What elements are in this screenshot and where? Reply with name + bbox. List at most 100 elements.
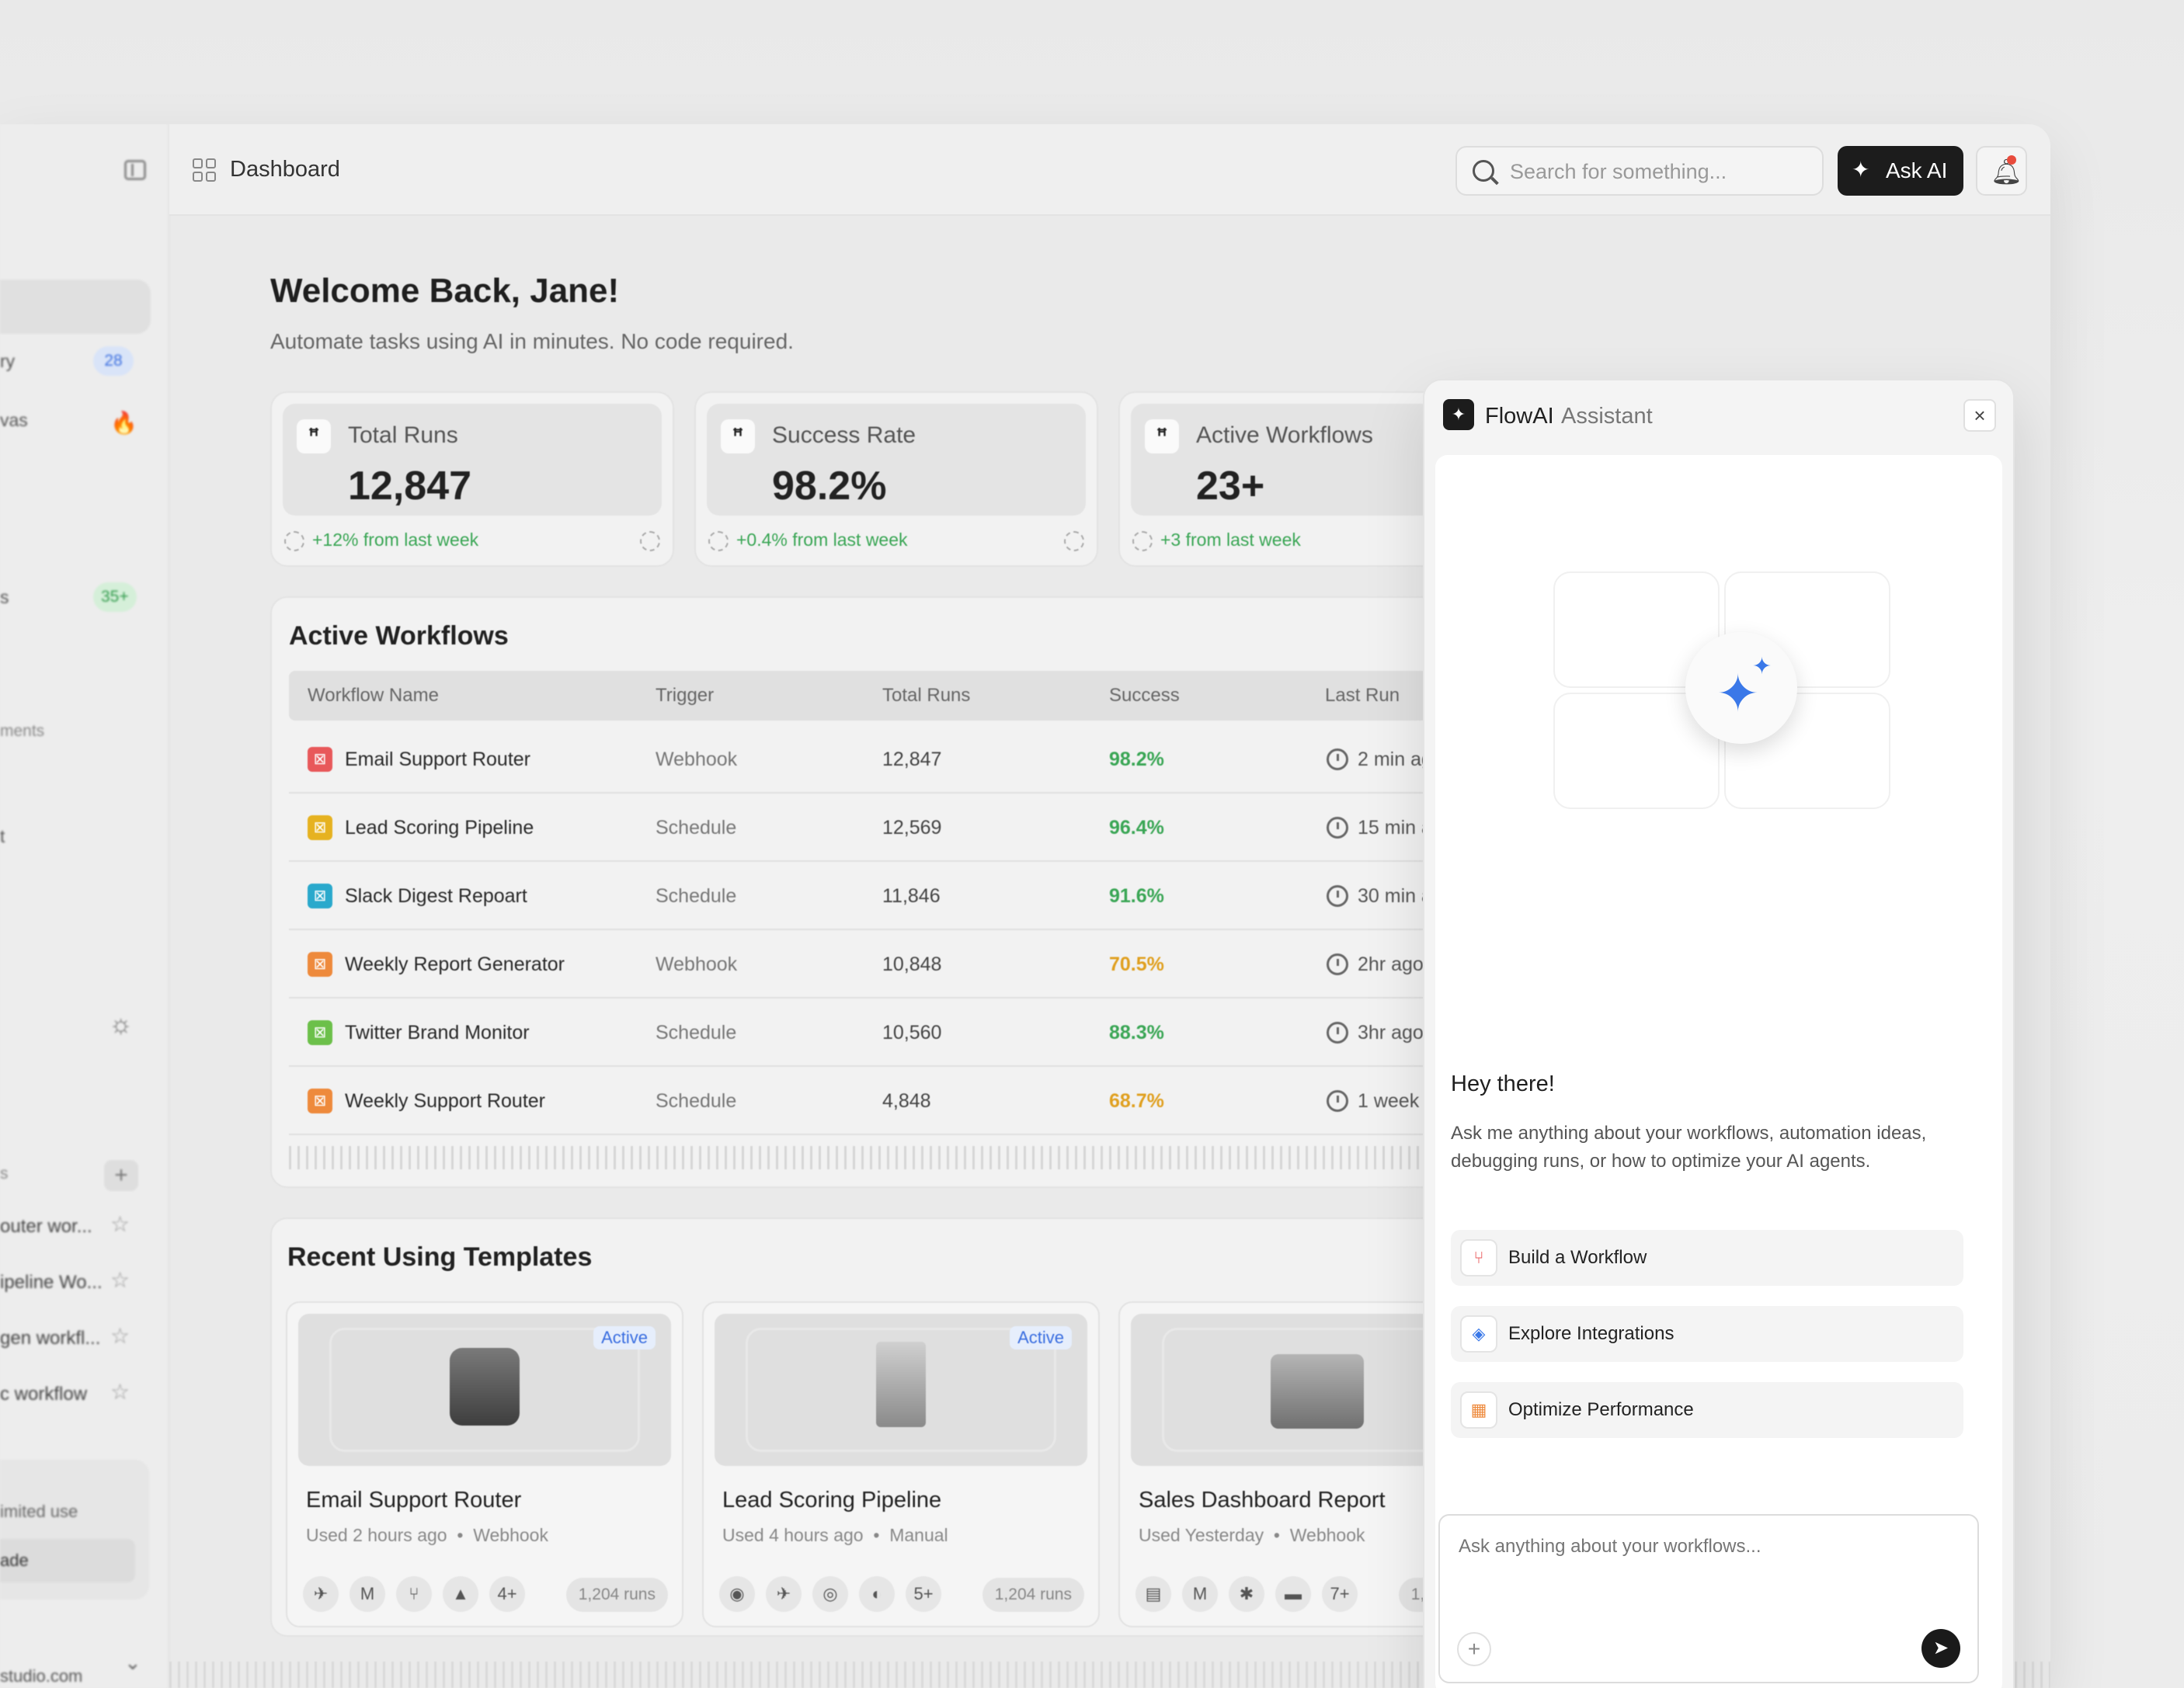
workflow-name[interactable]: Slack Digest Repoart: [345, 885, 527, 908]
integration-icon: ✈: [766, 1576, 802, 1612]
column-header[interactable]: Trigger: [656, 685, 714, 707]
sidebar-section-label: ments: [0, 722, 45, 740]
suggestion-label: Optimize Performance: [1508, 1399, 1694, 1420]
assistant-suggestion-button[interactable]: ◈ Explore Integrations: [1451, 1306, 1963, 1362]
workflow-name[interactable]: Weekly Support Router: [345, 1090, 545, 1113]
status-badge: Active: [593, 1326, 656, 1349]
stat-delta: +0.4% from last week: [736, 530, 908, 550]
template-name[interactable]: Lead Scoring Pipeline: [722, 1488, 941, 1513]
search-input[interactable]: Search for something...: [1455, 146, 1824, 196]
loader-icon: [640, 531, 660, 551]
column-header[interactable]: Success: [1109, 685, 1180, 707]
sidebar-count-badge: 28: [93, 346, 134, 376]
star-icon[interactable]: ☆: [110, 1379, 130, 1405]
sidebar-item-label[interactable]: vas: [0, 410, 28, 431]
workflow-trigger: Schedule: [656, 1022, 737, 1044]
template-trigger: Manual: [889, 1525, 948, 1545]
breadcrumb[interactable]: Dashboard: [230, 157, 340, 182]
flowai-logo-icon: ✦: [1443, 399, 1474, 430]
table-row[interactable]: ⊠ Weekly Report Generator Webhook 10,848…: [289, 930, 1494, 999]
table-header: Workflow Name Trigger Total Runs Success…: [289, 671, 1494, 721]
favorite-item[interactable]: gen workfl...: [0, 1328, 100, 1349]
star-icon[interactable]: ☆: [110, 1211, 130, 1237]
favorite-item[interactable]: c workflow: [0, 1384, 87, 1405]
workflow-last-run: 30 min a: [1358, 885, 1432, 907]
stat-label: Total Runs: [348, 422, 458, 448]
table-row[interactable]: ⊠ Email Support Router Webhook 12,847 98…: [289, 725, 1494, 794]
ask-ai-button[interactable]: ✦ Ask AI: [1838, 146, 1963, 196]
workflow-name[interactable]: Weekly Report Generator: [345, 953, 565, 976]
template-runs: 1,204 runs: [982, 1578, 1084, 1612]
search-icon: [1473, 160, 1494, 182]
assistant-subtitle: Assistant: [1561, 404, 1653, 429]
workflow-app-icon: ⊠: [308, 1020, 332, 1045]
clock-icon: [1327, 953, 1348, 975]
integration-icon: ◉: [719, 1576, 755, 1612]
workflow-name[interactable]: Twitter Brand Monitor: [345, 1022, 530, 1044]
sidebar-item-label[interactable]: ry: [0, 351, 15, 372]
integration-icon: M: [350, 1576, 385, 1612]
assistant-suggestion-button[interactable]: ⑂ Build a Workflow: [1451, 1230, 1963, 1286]
workflow-trigger: Webhook: [656, 953, 738, 975]
integration-icon: 4+: [489, 1576, 525, 1612]
clock-icon: [1327, 1090, 1348, 1112]
workflow-last-run: 2 min ag: [1358, 748, 1432, 770]
integration-icon: ◐: [859, 1576, 895, 1612]
template-card[interactable]: Active Email Support Router Used 2 hours…: [286, 1301, 683, 1627]
integration-icon: 5+: [906, 1576, 941, 1612]
integration-icon: 7+: [1322, 1576, 1358, 1612]
stat-icon: ꟸ: [721, 419, 755, 453]
page-title: Welcome Back, Jane!: [270, 272, 620, 310]
template-used: Used 2 hours ago: [306, 1525, 447, 1545]
assistant-greeting: Hey there!: [1451, 1071, 1555, 1096]
stat-label: Success Rate: [772, 422, 916, 448]
workflow-name[interactable]: Email Support Router: [345, 748, 530, 771]
sidebar-item-label[interactable]: s: [0, 587, 9, 608]
sidebar-toggle-icon[interactable]: [124, 160, 146, 180]
template-name[interactable]: Email Support Router: [306, 1488, 521, 1513]
table-row[interactable]: ⊠ Slack Digest Repoart Schedule 11,846 9…: [289, 862, 1494, 930]
attach-button[interactable]: +: [1457, 1632, 1491, 1666]
assistant-chat-input[interactable]: + ➤: [1438, 1514, 1979, 1683]
workflow-name[interactable]: Lead Scoring Pipeline: [345, 817, 534, 839]
table-row[interactable]: ⊠ Weekly Support Router Schedule 4,848 6…: [289, 1067, 1494, 1135]
template-3d-illustration: [450, 1348, 520, 1426]
upgrade-button[interactable]: ade: [0, 1539, 135, 1582]
pagination-ticks: [289, 1146, 1494, 1169]
chat-textbox[interactable]: [1459, 1536, 1925, 1558]
loader-icon: [284, 531, 304, 551]
assistant-suggestion-button[interactable]: ▦ Optimize Performance: [1451, 1382, 1963, 1438]
template-card[interactable]: Active Lead Scoring Pipeline Used 4 hour…: [702, 1301, 1100, 1627]
workflow-success: 98.2%: [1109, 748, 1164, 770]
workflow-success: 96.4%: [1109, 817, 1164, 839]
suggestion-label: Explore Integrations: [1508, 1323, 1675, 1344]
sun-icon[interactable]: ☼: [109, 1009, 133, 1040]
app-window: ry 28 vas 🔥 s 35+ ments t ☼ s + outer wo…: [0, 124, 2050, 1688]
send-button[interactable]: ➤: [1921, 1629, 1960, 1668]
star-icon[interactable]: ☆: [110, 1267, 130, 1293]
account-email: studio.com: [0, 1666, 83, 1686]
sidebar-active-item[interactable]: [0, 280, 151, 334]
table-row[interactable]: ⊠ Lead Scoring Pipeline Schedule 12,569 …: [289, 794, 1494, 862]
workflow-last-run: 2hr ago: [1358, 953, 1424, 975]
stat-card-total-runs: ꟸ Total Runs 12,847 +12% from last week: [270, 391, 674, 567]
favorite-item[interactable]: ipeline Wo...: [0, 1272, 103, 1294]
close-button[interactable]: ×: [1963, 399, 1996, 432]
clock-icon: [1327, 748, 1348, 770]
star-icon[interactable]: ☆: [110, 1323, 130, 1349]
template-meta: Used 4 hours ago • Manual: [722, 1525, 948, 1545]
template-name[interactable]: Sales Dashboard Report: [1139, 1488, 1386, 1513]
chevron-down-icon[interactable]: ⌄: [124, 1651, 141, 1675]
table-row[interactable]: ⊠ Twitter Brand Monitor Schedule 10,560 …: [289, 999, 1494, 1067]
add-favorite-button[interactable]: +: [104, 1160, 138, 1191]
sidebar-item-label[interactable]: t: [0, 826, 5, 847]
column-header[interactable]: Last Run: [1325, 685, 1400, 707]
column-header[interactable]: Workflow Name: [308, 685, 439, 707]
integration-icon: ✱: [1229, 1576, 1264, 1612]
suggestion-icon: ▦: [1460, 1391, 1497, 1429]
fire-icon: 🔥: [110, 411, 137, 435]
favorite-item[interactable]: outer wor...: [0, 1216, 92, 1238]
template-thumbnail: Active: [715, 1314, 1087, 1466]
column-header[interactable]: Total Runs: [882, 685, 970, 707]
notifications-button[interactable]: 🔔︎: [1976, 146, 2027, 196]
